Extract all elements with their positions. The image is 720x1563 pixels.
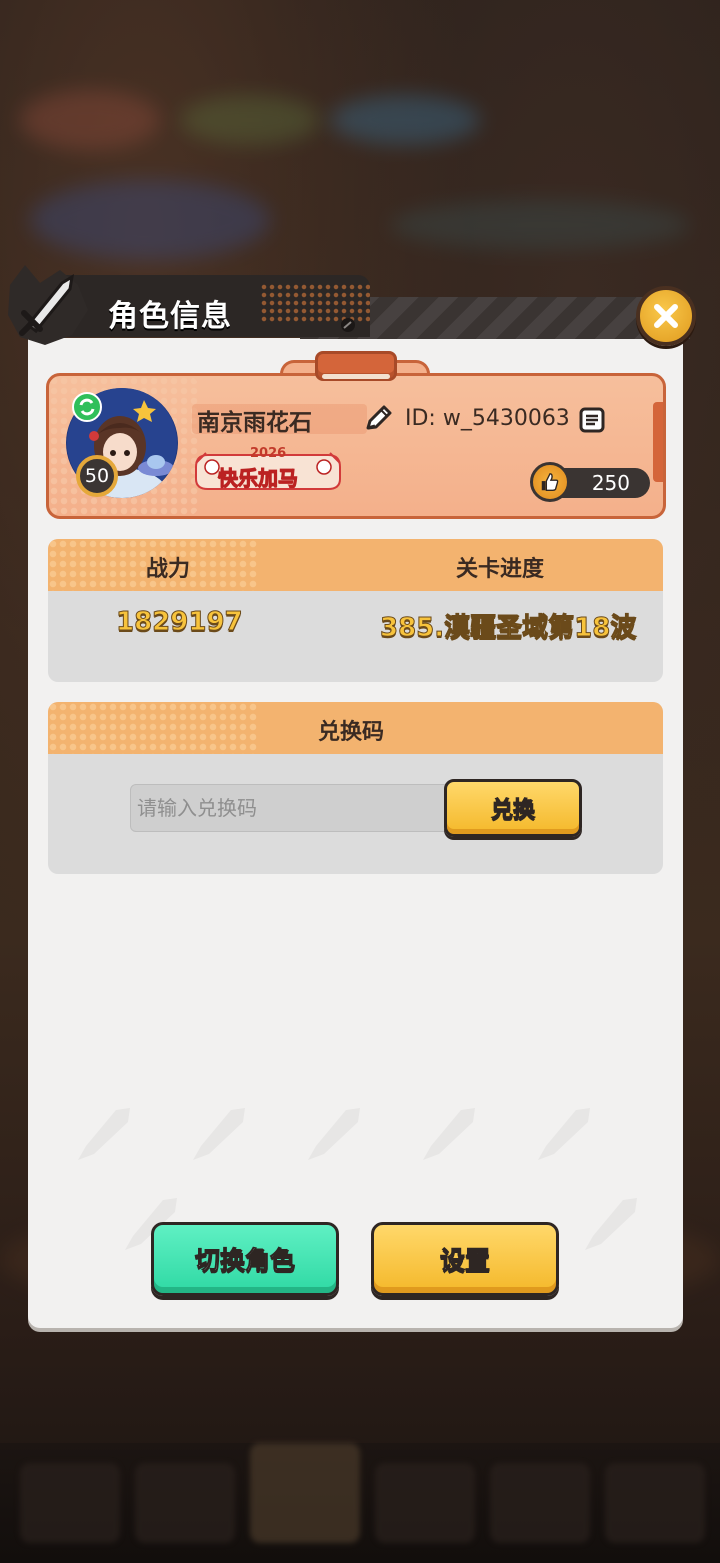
redeem-button[interactable]: 兑换 — [444, 779, 582, 837]
pin-icon — [341, 318, 355, 332]
player-name: 南京雨花石 — [197, 410, 312, 436]
title-badge-year: 2026 — [250, 446, 287, 461]
close-icon — [654, 304, 678, 328]
redeem-title: 兑换码 — [318, 720, 385, 745]
sword-watermark-icon — [78, 1108, 130, 1160]
level-badge: 50 — [76, 455, 118, 497]
settings-button[interactable]: 设置 — [371, 1222, 559, 1296]
stats-card-header: 战力 关卡进度 — [48, 539, 663, 591]
copy-icon[interactable] — [578, 406, 606, 434]
edit-name-icon[interactable] — [362, 404, 394, 434]
title-badge[interactable]: 2026 快乐加马 — [192, 445, 344, 493]
redeem-code-input[interactable] — [130, 784, 450, 832]
player-id: ID: w_5430063 — [405, 406, 570, 431]
sword-watermark-icon — [538, 1108, 590, 1160]
swap-icon — [72, 392, 102, 422]
close-button[interactable] — [636, 286, 696, 346]
sword-icon — [8, 265, 88, 345]
redeem-card-header: 兑换码 — [48, 702, 663, 754]
sword-watermark-icon — [308, 1108, 360, 1160]
bottom-nav-bar — [0, 1443, 720, 1563]
redeem-card: 兑换码 兑换 — [48, 702, 663, 874]
clipboard-clip — [315, 351, 397, 381]
sword-watermark-icon — [585, 1198, 637, 1250]
power-label: 战力 — [146, 557, 191, 582]
stats-card: 战力 关卡进度 1829197 385.漠疆圣域第18波 — [48, 539, 663, 682]
sword-watermark-icon — [423, 1108, 475, 1160]
panel-title: 角色信息 — [108, 299, 232, 334]
panel-header: 角色信息 — [0, 255, 720, 346]
sword-watermark-icon — [193, 1108, 245, 1160]
progress-label: 关卡进度 — [456, 557, 545, 582]
power-value: 1829197 — [116, 607, 244, 638]
switch-role-button[interactable]: 切换角色 — [151, 1222, 339, 1296]
thumbs-up-icon[interactable] — [530, 462, 570, 502]
progress-value: 385.漠疆圣域第18波 — [379, 613, 637, 644]
title-badge-text: 快乐加马 — [218, 466, 299, 491]
